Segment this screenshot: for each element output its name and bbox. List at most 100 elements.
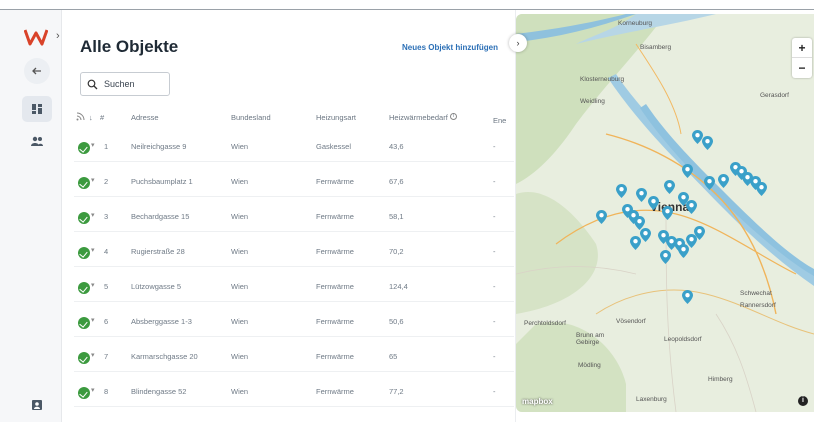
sidebar-item-users[interactable] [22,128,52,154]
zoom-in-button[interactable]: + [792,38,812,58]
map-label-brunn: Brunn am Gebirge [576,332,605,346]
cell-nr: 1 [104,142,109,151]
table-row[interactable]: ▾ 8 Blindengasse 52 Wien Fernwärme 77,2 - [74,377,514,407]
add-object-link[interactable]: Neues Objekt hinzufügen [402,43,498,52]
row-divider [74,266,514,267]
table-row[interactable]: ▾ 2 Puchsbaumplatz 1 Wien Fernwärme 67,6 - [74,167,514,197]
cell-bundesland: Wien [231,317,249,326]
cell-bundesland: Wien [231,247,249,256]
sidebar-item-dashboard[interactable] [22,96,52,122]
cell-adresse: Absberggasse 1-3 [131,317,192,326]
cell-bundesland: Wien [231,212,249,221]
status-dropdown-icon[interactable]: ▾ [91,176,95,184]
cell-nr: 6 [104,317,109,326]
map-pin-icon[interactable] [664,180,675,194]
search-placeholder: Suchen [104,79,135,89]
col-header-adresse[interactable]: Adresse [131,113,159,122]
table-row[interactable]: ▾ 6 Absberggasse 1-3 Wien Fernwärme 50,6 - [74,307,514,337]
logo-icon[interactable] [24,28,48,46]
sort-desc-icon[interactable]: ↓ [89,113,93,122]
map-label-perchtoldsdorf: Perchtoldsdorf [524,320,566,327]
dashboard-icon [32,104,42,114]
status-check-icon [78,247,90,259]
row-divider [74,301,514,302]
cell-bedarf: 70,2 [389,247,404,256]
table-row[interactable]: ▾ 3 Bechardgasse 15 Wien Fernwärme 58,1 - [74,202,514,232]
map-pin-icon[interactable] [662,206,673,220]
map-pin-icon[interactable] [636,188,647,202]
table-row[interactable]: ▾ 1 Neilreichgasse 9 Wien Gaskessel 43,6 - [74,132,514,162]
cell-bedarf: 50,6 [389,317,404,326]
col-header-truncated[interactable]: Ene [493,116,506,125]
cell-bundesland: Wien [231,142,249,151]
col-header-heizungsart[interactable]: Heizungsart [316,113,356,122]
col-header-nr[interactable]: # [100,113,104,122]
map-pin-icon[interactable] [694,226,705,240]
status-dropdown-icon[interactable]: ▾ [91,281,95,289]
map-pin-icon[interactable] [704,176,715,190]
map-pin-icon[interactable] [660,250,671,264]
info-icon[interactable]: i [449,112,457,120]
mapbox-logo[interactable]: mapbox [522,397,553,406]
cell-bundesland: Wien [231,177,249,186]
cell-bedarf: 43,6 [389,142,404,151]
zoom-out-button[interactable]: − [792,58,812,78]
cell-bedarf: 65 [389,352,398,361]
map-pin-icon[interactable] [648,196,659,210]
cell-extra: - [493,177,496,186]
row-divider [74,161,514,162]
cell-adresse: Rugierstraße 28 [131,247,185,256]
map-collapse-button[interactable]: › [509,34,527,52]
cell-bundesland: Wien [231,352,249,361]
status-dropdown-icon[interactable]: ▾ [91,141,95,149]
table-row[interactable]: ▾ 7 Karmarschgasse 20 Wien Fernwärme 65 - [74,342,514,372]
map-pin-icon[interactable] [756,182,767,196]
cell-extra: - [493,387,496,396]
col-header-heizwaermebedarf[interactable]: Heizwärmebedarf i [389,112,457,122]
map-pin-icon[interactable] [678,244,689,258]
map-label-bisamberg: Bisamberg [640,44,672,51]
cell-extra: - [493,247,496,256]
map-label-weidling: Weidling [580,98,605,105]
status-dropdown-icon[interactable]: ▾ [91,351,95,359]
status-dropdown-icon[interactable]: ▾ [91,316,95,324]
cell-heizung: Fernwärme [316,282,354,291]
map-label-korneuburg: Korneuburg [618,20,652,27]
map-pin-icon[interactable] [616,184,627,198]
people-icon [31,136,43,146]
map-label-vosendorf: Vösendorf [616,318,646,325]
table-row[interactable]: ▾ 4 Rugierstraße 28 Wien Fernwärme 70,2 - [74,237,514,267]
cell-extra: - [493,212,496,221]
cell-adresse: Karmarschgasse 20 [131,352,198,361]
status-check-icon [78,317,90,329]
status-dropdown-icon[interactable]: ▾ [91,211,95,219]
col-header-heizwaermebedarf-label: Heizwärmebedarf [389,112,448,122]
map-pin-icon[interactable] [630,236,641,250]
map-pin-icon[interactable] [682,164,693,178]
cell-heizung: Fernwärme [316,177,354,186]
search-input[interactable]: Suchen [80,72,170,96]
back-button[interactable] [24,58,50,84]
status-dropdown-icon[interactable]: ▾ [91,246,95,254]
map-pin-icon[interactable] [702,136,713,150]
col-header-bundesland[interactable]: Bundesland [231,113,271,122]
feed-icon[interactable] [76,112,85,123]
map-pin-icon[interactable] [718,174,729,188]
map-view[interactable]: Korneuburg Bisamberg Klosterneuburg Weid… [516,14,814,412]
sidebar-account-button[interactable] [22,392,52,418]
map-pin-icon[interactable] [640,228,651,242]
arrow-left-icon [32,67,41,75]
cell-extra: - [493,352,496,361]
map-pin-icon[interactable] [682,290,693,304]
map-pin-icon[interactable] [596,210,607,224]
cell-heizung: Fernwärme [316,352,354,361]
status-check-icon [78,387,90,399]
cell-adresse: Bechardgasse 15 [131,212,190,221]
attribution-info-icon[interactable]: i [798,396,808,406]
status-dropdown-icon[interactable]: ▾ [91,386,95,394]
row-divider [74,406,514,407]
map-label-laxenburg: Laxenburg [636,396,667,403]
row-divider [74,196,514,197]
map-pin-icon[interactable] [686,200,697,214]
table-row[interactable]: ▾ 5 Lützowgasse 5 Wien Fernwärme 124,4 - [74,272,514,302]
